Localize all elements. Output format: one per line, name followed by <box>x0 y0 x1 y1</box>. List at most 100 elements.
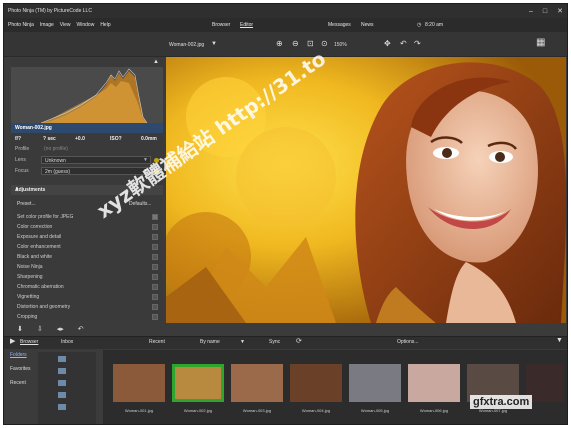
thumbnail[interactable] <box>349 364 401 402</box>
adj-color-correction-checkbox[interactable] <box>152 224 158 230</box>
maximize-icon[interactable]: □ <box>543 8 547 15</box>
adj-chromatic-aberration-checkbox[interactable] <box>152 284 158 290</box>
folder-tree[interactable] <box>38 352 96 424</box>
strip-browser-tab[interactable]: Browser <box>20 339 38 345</box>
profile-value: (no profile) <box>44 146 68 152</box>
folder-icon <box>58 392 66 398</box>
adj-cropping[interactable]: Cropping <box>17 314 37 320</box>
thumbnail[interactable] <box>113 364 165 402</box>
adj-exposure-detail-checkbox[interactable] <box>152 234 158 240</box>
mode-browser[interactable]: Browser <box>212 18 230 32</box>
thumbnail-caption: Woman-003.jpg <box>242 408 272 413</box>
close-icon[interactable]: ✕ <box>557 7 563 15</box>
adj-distortion-geometry-checkbox[interactable] <box>152 304 158 310</box>
info-file-row: Woman-002.jpg <box>11 123 163 133</box>
thumbnail-selected[interactable] <box>172 364 224 402</box>
rotate-left-icon[interactable]: ↶ <box>400 39 407 48</box>
sort-select[interactable]: By name <box>200 339 220 345</box>
adj-sharpening-checkbox[interactable] <box>152 274 158 280</box>
grid-view-icon[interactable]: ▦ <box>536 37 545 48</box>
copy-settings-icon[interactable]: ⇩ <box>37 325 43 333</box>
adj-exposure-detail[interactable]: Exposure and detail <box>17 234 61 240</box>
zoom-out-icon[interactable]: ⊖ <box>292 39 299 48</box>
adj-sharpening[interactable]: Sharpening <box>17 274 43 280</box>
lens-value: Unknown <box>45 158 66 164</box>
recent-tab[interactable]: Recent <box>10 380 26 386</box>
editor-toolbar <box>4 32 567 57</box>
exif-shutter: ? sec <box>43 136 56 142</box>
menu-view[interactable]: View <box>60 22 71 28</box>
strip-collapse-icon[interactable]: ▼ <box>556 337 563 344</box>
menu-help[interactable]: Help <box>100 22 110 28</box>
menu-window[interactable]: Window <box>77 22 95 28</box>
clock-time: 8:20 am <box>425 22 444 28</box>
histogram-graph <box>40 68 148 124</box>
thumbnail[interactable] <box>408 364 460 402</box>
panel-collapse-icon[interactable]: ▲ <box>153 59 159 65</box>
file-dropdown-icon[interactable]: ▼ <box>211 41 217 47</box>
adj-color-enhancement-checkbox[interactable] <box>152 244 158 250</box>
adj-distortion-geometry[interactable]: Distortion and geometry <box>17 304 70 310</box>
toolbar-file-name[interactable]: Woman-002.jpg <box>169 42 204 48</box>
undo-icon[interactable]: ↶ <box>78 325 84 333</box>
histogram <box>11 67 163 125</box>
folder-icon <box>58 404 66 410</box>
adj-vignetting[interactable]: Vignetting <box>17 294 39 300</box>
chevron-down-icon[interactable]: ▼ <box>240 339 245 345</box>
strip-recent-tab[interactable]: Recent <box>149 339 165 345</box>
menu-photo-ninja[interactable]: Photo Ninja <box>8 22 34 28</box>
thumbnail-caption: Woman-001.jpg <box>124 408 154 413</box>
thumbnail[interactable] <box>231 364 283 402</box>
info-file-name: Woman-002.jpg <box>15 125 52 131</box>
focus-value: 2m (guess) <box>45 169 71 175</box>
rotate-right-icon[interactable]: ↷ <box>414 39 421 48</box>
pin-icon[interactable]: ⬇ <box>17 325 23 333</box>
move-icon[interactable]: ✥ <box>384 39 391 48</box>
adj-vignetting-checkbox[interactable] <box>152 294 158 300</box>
zoom-in-icon[interactable]: ⊕ <box>276 39 283 48</box>
adj-black-white-checkbox[interactable] <box>152 254 158 260</box>
image-canvas[interactable] <box>166 57 566 323</box>
news-link[interactable]: News <box>361 18 374 32</box>
folder-icon <box>58 368 66 374</box>
focus-label: Focus <box>15 168 29 174</box>
adj-color-profile[interactable]: Set color profile for JPEG <box>17 214 73 220</box>
adj-black-white[interactable]: Black and white <box>17 254 52 260</box>
adj-color-enhancement[interactable]: Color enhancement <box>17 244 61 250</box>
menu-image[interactable]: Image <box>40 22 54 28</box>
thumbnail[interactable] <box>290 364 342 402</box>
corner-watermark: gfxtra.com <box>470 395 533 409</box>
menu-bar: Photo Ninja Image View Window Help <box>4 18 567 32</box>
exif-iso: ISO? <box>110 136 122 142</box>
options-button[interactable]: Options... <box>397 339 418 345</box>
favorites-tab[interactable]: Favorites <box>10 366 31 372</box>
adj-chromatic-aberration[interactable]: Chromatic aberration <box>17 284 64 290</box>
mode-editor[interactable]: Editor <box>240 18 253 32</box>
folders-tab[interactable]: Folders <box>10 352 27 358</box>
thumbnail-strip: Woman-001.jpg Woman-002.jpg Woman-003.jp… <box>103 350 567 424</box>
minimize-icon[interactable]: – <box>529 8 533 15</box>
exif-aperture: f/? <box>15 136 22 142</box>
lens-select[interactable]: Unknown ▼ <box>41 156 151 164</box>
compare-icon[interactable]: ◂▸ <box>57 325 64 333</box>
messages-link[interactable]: Messages <box>328 18 351 32</box>
thumbnail-caption: Woman-002.jpg <box>183 408 213 413</box>
refresh-icon[interactable]: ⟳ <box>296 337 302 345</box>
adj-color-correction[interactable]: Color correction <box>17 224 52 230</box>
sync-button[interactable]: Sync <box>269 339 280 345</box>
lens-label: Lens <box>15 157 26 163</box>
thumbnail-caption: Woman-004.jpg <box>301 408 331 413</box>
preset-button[interactable]: Preset... <box>17 201 36 207</box>
folder-icon <box>58 356 66 362</box>
play-icon[interactable]: ▶ <box>10 337 15 345</box>
adj-noise-ninja[interactable]: Noise Ninja <box>17 264 43 270</box>
adj-noise-ninja-checkbox[interactable] <box>152 264 158 270</box>
adj-color-profile-checkbox[interactable] <box>152 214 158 220</box>
photo-preview <box>166 57 566 323</box>
strip-inbox-tab[interactable]: Inbox <box>61 339 73 345</box>
filmstrip-bar <box>4 336 567 349</box>
zoom-actual-icon[interactable]: ⊙ <box>321 39 328 48</box>
thumbnail-caption: Woman-006.jpg <box>419 408 449 413</box>
adj-cropping-checkbox[interactable] <box>152 314 158 320</box>
window-controls: – □ ✕ <box>529 4 563 18</box>
